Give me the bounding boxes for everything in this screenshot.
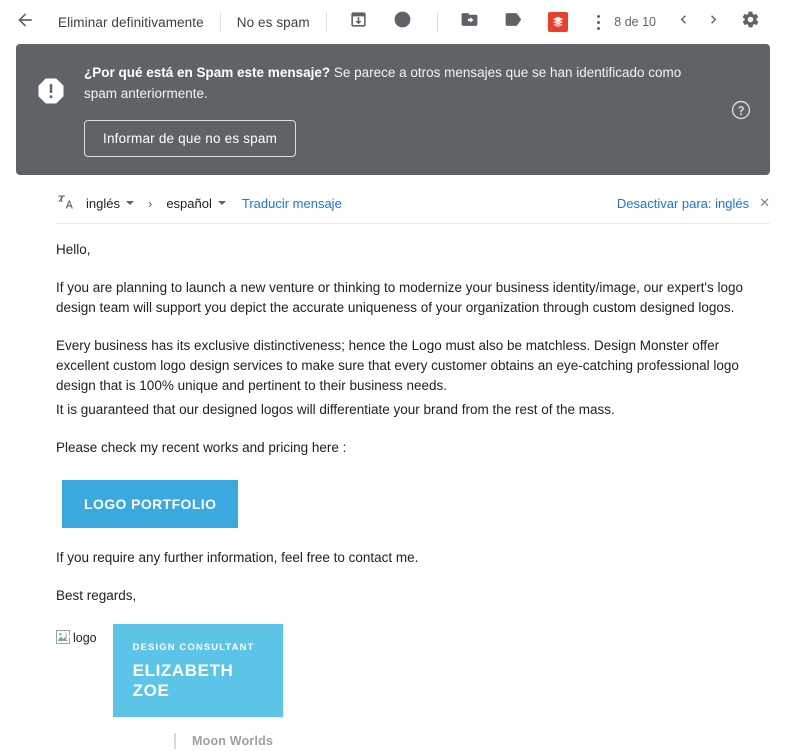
signature-row: logo DESIGN CONSULTANT ELIZABETH ZOE (56, 624, 770, 717)
next-message-button[interactable] (698, 5, 728, 39)
language-direction-arrow: › (147, 195, 153, 211)
chevron-left-icon (675, 11, 692, 33)
addon-red-icon (547, 12, 568, 32)
pagination-counter: 8 de 10 (614, 15, 656, 29)
message-paragraph-1: If you are planning to launch a new vent… (56, 280, 743, 315)
more-options-kebab-icon (597, 26, 601, 30)
translate-icon-wrap (56, 193, 76, 213)
spam-banner-text: ¿Por qué está en Spam este mensaje? Se p… (84, 62, 684, 104)
translate-bar: inglés › español Traducir mensaje Desact… (56, 193, 770, 224)
source-language-dropdown[interactable]: inglés (86, 196, 134, 211)
broken-image-icon (56, 630, 72, 646)
more-options-kebab-icon (597, 20, 601, 24)
message-paragraph-2: Every business has its exclusive distinc… (56, 338, 739, 393)
help-circle-icon (730, 100, 752, 125)
back-arrow-icon (15, 10, 35, 35)
broken-logo-image: logo (56, 628, 97, 648)
more-options-button[interactable] (584, 5, 614, 39)
toolbar-divider (436, 12, 438, 32)
target-language-label: español (166, 195, 212, 211)
addon-button[interactable] (541, 5, 575, 39)
spam-banner-heading: ¿Por qué está en Spam este mensaje? (84, 65, 331, 80)
disable-translation-link[interactable]: Desactivar para: inglés (617, 196, 749, 211)
signature-name: ELIZABETH ZOE (132, 661, 234, 700)
chevron-right-icon (705, 11, 722, 33)
signature-company: Moon Worlds (192, 734, 274, 748)
snooze-button[interactable] (386, 5, 420, 39)
message-paragraph-4: Please check my recent works and pricing… (56, 440, 347, 455)
message-body: Hello, If you are planning to launch a n… (56, 224, 770, 751)
not-spam-button[interactable]: No es spam (221, 15, 326, 30)
signature-card: DESIGN CONSULTANT ELIZABETH ZOE (112, 624, 283, 717)
previous-message-button[interactable] (668, 5, 698, 39)
spam-banner-container: ¿Por qué está en Spam este mensaje? Se p… (0, 44, 786, 175)
spam-banner-body: ¿Por qué está en Spam este mensaje? Se p… (68, 60, 752, 157)
message-greeting: Hello, (56, 242, 91, 257)
label-tag-icon (504, 10, 523, 34)
message-paragraph-3: It is guaranteed that our designed logos… (56, 402, 615, 417)
alert-octagon-icon (36, 76, 66, 111)
spam-banner: ¿Por qué está en Spam este mensaje? Se p… (16, 44, 770, 175)
translate-icon (57, 193, 75, 214)
label-button[interactable] (497, 5, 531, 39)
gear-icon (741, 10, 760, 34)
broken-image-alt-text: logo (73, 631, 97, 645)
move-to-folder-button[interactable] (453, 5, 487, 39)
message-closing: Best regards, (56, 588, 137, 603)
signature-role: DESIGN CONSULTANT (132, 642, 255, 653)
signature-divider (174, 733, 176, 749)
delete-forever-button[interactable]: Eliminar definitivamente (42, 15, 220, 30)
chevron-down-icon (217, 201, 226, 205)
more-options-kebab-icon (597, 14, 601, 18)
logo-portfolio-button[interactable]: LOGO PORTFOLIO (62, 480, 239, 528)
message-toolbar: Eliminar definitivamente No es spam 8 de… (0, 0, 786, 44)
source-language-label: inglés (86, 195, 120, 211)
back-button[interactable] (8, 5, 42, 39)
archive-icon (349, 10, 368, 34)
spam-banner-help-button[interactable] (730, 99, 752, 121)
toolbar-divider (325, 12, 327, 32)
archive-button[interactable] (342, 5, 376, 39)
report-not-spam-button[interactable]: Informar de que no es spam (84, 120, 297, 157)
snooze-clock-icon (393, 10, 412, 34)
move-to-folder-icon (460, 10, 479, 34)
close-x-icon[interactable]: ✕ (759, 195, 770, 211)
message-paragraph-5: If you require any further information, … (56, 550, 419, 565)
signature-company-row: Moon Worlds (174, 731, 770, 751)
target-language-dropdown[interactable]: español (166, 196, 226, 211)
chevron-down-icon (125, 201, 134, 205)
translate-message-link[interactable]: Traducir mensaje (242, 196, 342, 211)
alert-icon-wrap (34, 60, 68, 111)
settings-button[interactable] (733, 5, 767, 39)
